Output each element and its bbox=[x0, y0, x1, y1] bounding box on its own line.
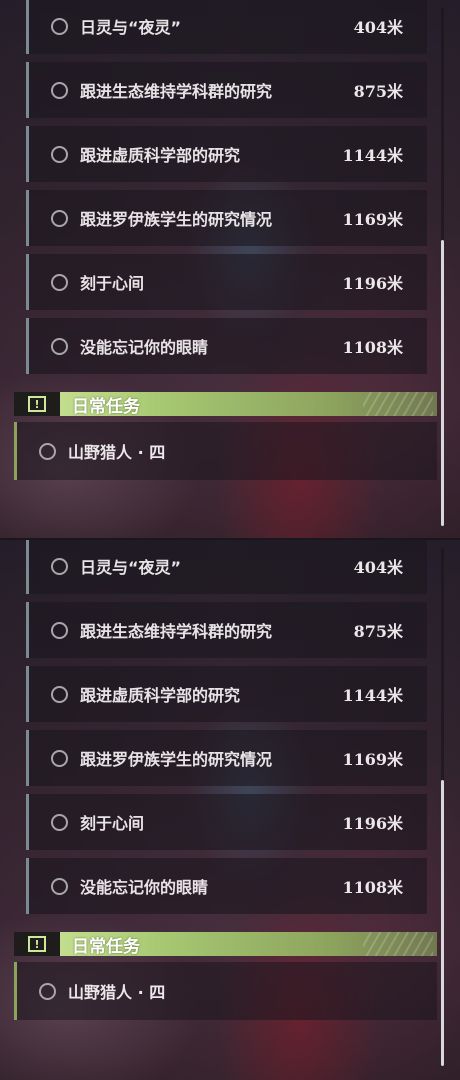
quest-distance: 1169米 bbox=[342, 210, 403, 229]
daily-quest-item[interactable]: 山野猎人 · 四 bbox=[14, 962, 437, 1020]
circle-outline-icon bbox=[39, 982, 56, 1000]
daily-quest-name: 山野猎人 · 四 bbox=[68, 983, 166, 1002]
quest-name: 日灵与“夜灵” bbox=[80, 558, 182, 577]
quest-item[interactable]: 跟进生态维持学科群的研究 875米 bbox=[26, 602, 427, 658]
section-title: 日常任务 bbox=[72, 396, 140, 417]
quest-item[interactable]: 跟进虚质科学部的研究 1144米 bbox=[26, 126, 427, 182]
header-decoration bbox=[363, 932, 433, 956]
quest-distance: 875米 bbox=[353, 82, 403, 101]
quest-distance: 1196米 bbox=[342, 814, 403, 833]
circle-outline-icon bbox=[51, 813, 68, 831]
section-icon-box: ! bbox=[14, 932, 60, 956]
circle-outline-icon bbox=[51, 17, 68, 35]
quest-distance: 1169米 bbox=[342, 750, 403, 769]
circle-outline-icon bbox=[51, 273, 68, 291]
quest-item[interactable]: 刻于心间 1196米 bbox=[26, 794, 427, 850]
quest-distance: 875米 bbox=[353, 622, 403, 641]
circle-outline-icon bbox=[39, 442, 56, 460]
quest-item[interactable]: 跟进生态维持学科群的研究 875米 bbox=[26, 62, 427, 118]
quest-item[interactable]: 刻于心间 1196米 bbox=[26, 254, 427, 310]
quest-distance: 1196米 bbox=[342, 274, 403, 293]
quest-item[interactable]: 跟进虚质科学部的研究 1144米 bbox=[26, 666, 427, 722]
quest-name: 跟进生态维持学科群的研究 bbox=[80, 82, 273, 101]
quest-item[interactable]: 没能忘记你的眼睛 1108米 bbox=[26, 858, 427, 914]
section-title: 日常任务 bbox=[72, 936, 140, 957]
quest-distance: 404米 bbox=[353, 18, 403, 37]
quest-item[interactable]: 日灵与“夜灵” 404米 bbox=[26, 540, 427, 594]
quest-name: 跟进生态维持学科群的研究 bbox=[80, 622, 273, 641]
quest-name: 日灵与“夜灵” bbox=[80, 18, 182, 37]
scrollbar-thumb[interactable] bbox=[441, 240, 444, 526]
quest-name: 刻于心间 bbox=[80, 274, 145, 293]
quest-item[interactable]: 日灵与“夜灵” 404米 bbox=[26, 0, 427, 54]
circle-outline-icon bbox=[51, 749, 68, 767]
exclamation-box-icon: ! bbox=[28, 396, 46, 412]
quest-name: 没能忘记你的眼睛 bbox=[80, 878, 209, 897]
quest-distance: 1144米 bbox=[342, 686, 403, 705]
quest-panel-bottom: 日灵与“夜灵” 404米 跟进生态维持学科群的研究 875米 跟进虚质科学部的研… bbox=[0, 540, 460, 1080]
quest-item[interactable]: 跟进罗伊族学生的研究情况 1169米 bbox=[26, 730, 427, 786]
quest-name: 跟进罗伊族学生的研究情况 bbox=[80, 210, 273, 229]
quest-name: 没能忘记你的眼睛 bbox=[80, 338, 209, 357]
quest-panel-top: 日灵与“夜灵” 404米 跟进生态维持学科群的研究 875米 跟进虚质科学部的研… bbox=[0, 0, 460, 540]
quest-item[interactable]: 跟进罗伊族学生的研究情况 1169米 bbox=[26, 190, 427, 246]
circle-outline-icon bbox=[51, 685, 68, 703]
circle-outline-icon bbox=[51, 877, 68, 895]
daily-quest-name: 山野猎人 · 四 bbox=[68, 443, 166, 462]
circle-outline-icon bbox=[51, 209, 68, 227]
quest-item[interactable]: 没能忘记你的眼睛 1108米 bbox=[26, 318, 427, 374]
quest-name: 跟进虚质科学部的研究 bbox=[80, 146, 241, 165]
header-decoration bbox=[363, 392, 433, 416]
quest-distance: 1108米 bbox=[342, 878, 403, 897]
quest-name: 刻于心间 bbox=[80, 814, 145, 833]
circle-outline-icon bbox=[51, 337, 68, 355]
quest-distance: 404米 bbox=[353, 558, 403, 577]
circle-outline-icon bbox=[51, 145, 68, 163]
exclamation-box-icon: ! bbox=[28, 936, 46, 952]
scrollbar-thumb[interactable] bbox=[441, 780, 444, 1066]
section-icon-box: ! bbox=[14, 392, 60, 416]
quest-distance: 1108米 bbox=[342, 338, 403, 357]
circle-outline-icon bbox=[51, 557, 68, 575]
daily-quest-item[interactable]: 山野猎人 · 四 bbox=[14, 422, 437, 480]
daily-tasks-header[interactable]: ! 日常任务 bbox=[14, 932, 437, 957]
quest-distance: 1144米 bbox=[342, 146, 403, 165]
circle-outline-icon bbox=[51, 81, 68, 99]
daily-tasks-header[interactable]: ! 日常任务 bbox=[14, 392, 437, 417]
quest-name: 跟进罗伊族学生的研究情况 bbox=[80, 750, 273, 769]
circle-outline-icon bbox=[51, 621, 68, 639]
quest-name: 跟进虚质科学部的研究 bbox=[80, 686, 241, 705]
